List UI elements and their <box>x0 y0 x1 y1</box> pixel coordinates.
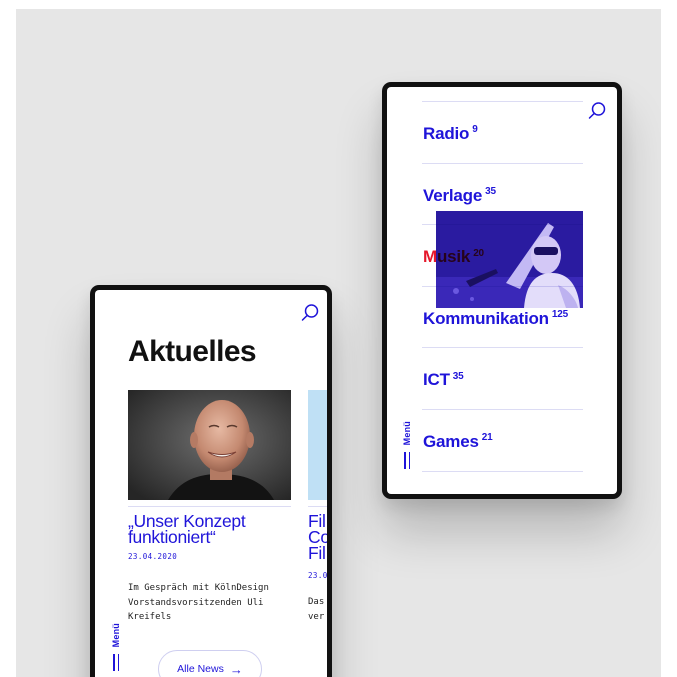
category-label: Games 21 <box>423 431 493 451</box>
menu-toggle[interactable]: Menü <box>402 421 420 470</box>
category-label: ICT 35 <box>423 370 464 390</box>
category-count: 9 <box>472 124 478 136</box>
card-excerpt-line: ver <box>308 611 325 622</box>
all-news-button[interactable]: Alle News → <box>158 650 262 677</box>
card-excerpt-line: Das <box>308 597 325 607</box>
card-title[interactable]: Fil Co Fil <box>308 512 327 563</box>
news-photo-sky <box>308 390 327 500</box>
arrow-right-icon: → <box>229 661 243 677</box>
page-title: Aktuelles <box>128 335 257 368</box>
card-excerpt-line: Im Gespräch mit KölnDesign <box>128 583 269 593</box>
card-date: 23.04.2020 <box>128 552 178 561</box>
category-hover-photo <box>436 211 583 308</box>
news-screen: Aktuelles „Unser Konzept funktioniert“ 2… <box>95 290 327 677</box>
menu-toggle[interactable]: Menü <box>111 623 129 672</box>
mockup-background: Aktuelles „Unser Konzept funktioniert“ 2… <box>16 9 661 677</box>
category-label: Radio 9 <box>423 124 478 143</box>
card-title-line: funktioniert“ <box>128 527 216 547</box>
category-count: 125 <box>551 309 568 321</box>
category-item-ict[interactable]: ICT 35 <box>422 348 583 410</box>
phone-categories: Radio9 Verlage35 Musik20 Kommunikation12… <box>382 82 622 499</box>
card-excerpt-line: Vorstandsvorsitzenden Uli <box>128 597 264 608</box>
category-label: Verlage 35 <box>423 185 496 205</box>
news-card[interactable]: Fil Co Fil 23.0 Das ver <box>308 390 327 624</box>
category-count: 35 <box>452 370 464 382</box>
category-label: Kommunikation 125 <box>423 308 568 328</box>
card-excerpt: Im Gespräch mit KölnDesign Vorstandsvors… <box>128 581 291 625</box>
phone-news: Aktuelles „Unser Konzept funktioniert“ 2… <box>90 285 332 677</box>
card-excerpt-line: Kreifels <box>128 612 172 622</box>
category-item-games[interactable]: Games 21 <box>422 410 583 472</box>
category-count: 21 <box>481 432 493 444</box>
card-divider <box>128 506 291 507</box>
card-title-line: Fil <box>308 543 326 563</box>
hamburger-icon <box>113 654 129 672</box>
search-icon[interactable] <box>587 101 607 121</box>
card-excerpt: Das ver <box>308 595 327 624</box>
all-news-label: Alle News <box>177 663 224 675</box>
categories-screen: Radio9 Verlage35 Musik20 Kommunikation12… <box>387 87 617 494</box>
hamburger-icon <box>404 452 420 470</box>
category-item-radio[interactable]: Radio 9 <box>422 102 583 164</box>
card-divider <box>308 506 327 507</box>
card-title[interactable]: „Unser Konzept funktioniert“ <box>128 512 291 547</box>
menu-label: Menü <box>111 623 121 648</box>
card-date: 23.0 <box>308 571 327 580</box>
category-count: 35 <box>485 185 496 197</box>
menu-label: Menü <box>402 421 412 446</box>
news-card[interactable]: „Unser Konzept funktioniert“ 23.04.2020 … <box>128 390 291 625</box>
search-icon[interactable] <box>300 303 320 323</box>
news-photo-portrait <box>128 390 291 500</box>
